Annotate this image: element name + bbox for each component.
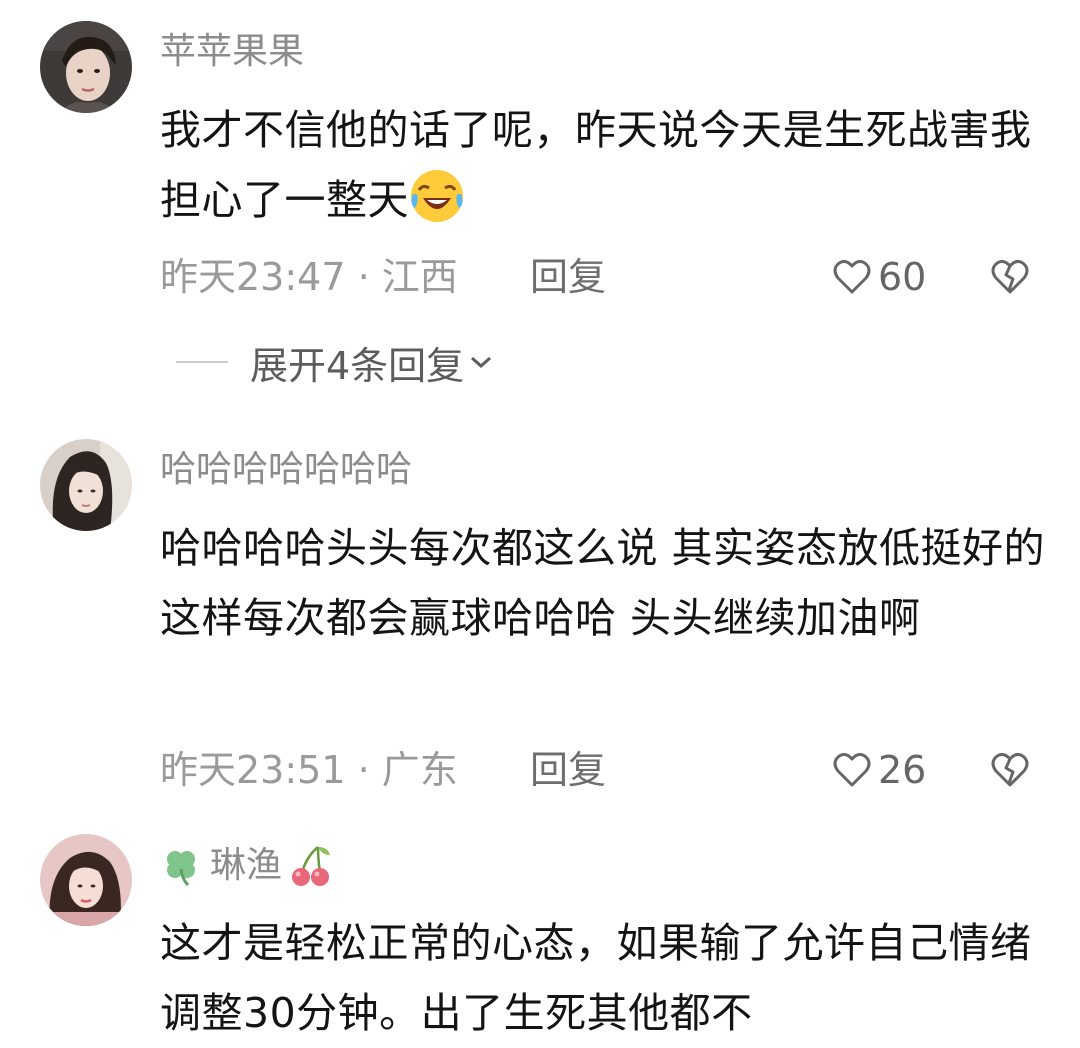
dislike-button[interactable] (990, 751, 1030, 793)
like-count: 60 (878, 255, 927, 299)
avatar[interactable] (40, 21, 132, 113)
chevron-down-icon (471, 356, 492, 369)
username-text: 琳渔 (210, 845, 283, 886)
avatar[interactable] (40, 439, 132, 531)
comment-meta: 昨天23:51 · 广东 回复 (160, 745, 606, 795)
meta-separator: · (357, 255, 382, 299)
comment-text-content: 这才是轻松正常的心态，如果输了允许自己情绪调整30分钟。出了生死其他都不 (160, 919, 1032, 1037)
laughing-crying-emoji-icon (409, 168, 465, 245)
clover-icon (167, 851, 195, 887)
username-text: 苹苹果果 (160, 31, 305, 72)
expand-replies-button[interactable]: 展开4条回复 (176, 337, 494, 388)
like-button[interactable]: 26 (832, 745, 926, 795)
comment-time: 昨天23:47 (160, 255, 346, 299)
avatar[interactable] (40, 834, 132, 926)
comment-location: 广东 (381, 748, 458, 792)
comment-text: 哈哈哈哈头头每次都这么说 其实姿态放低挺好的 这样每次都会赢球哈哈哈 头头继续加… (160, 513, 1050, 653)
comment-location: 江西 (381, 255, 458, 299)
heart-icon (833, 259, 871, 294)
comment-text: 我才不信他的话了呢，昨天说今天是生死战害我担心了一整天 (160, 95, 1050, 245)
comment-text-content: 哈哈哈哈头头每次都这么说 其实姿态放低挺好的 这样每次都会赢球哈哈哈 头头继续加… (160, 524, 1046, 642)
username[interactable]: 琳渔 (160, 843, 334, 889)
expand-divider (176, 361, 228, 363)
username-text: 哈哈哈哈哈哈哈 (160, 449, 413, 490)
broken-heart-icon (991, 259, 1029, 294)
expand-replies-label: 展开4条回复 (250, 343, 465, 388)
comment-text: 这才是轻松正常的心态，如果输了允许自己情绪调整30分钟。出了生死其他都不 (160, 908, 1050, 1048)
dislike-button[interactable] (990, 258, 1030, 300)
like-count: 26 (878, 748, 927, 792)
cherry-icon (292, 846, 331, 886)
comment-text-content: 我才不信他的话了呢，昨天说今天是生死战害我担心了一整天 (160, 106, 1032, 224)
comment-meta: 昨天23:47 · 江西 回复 (160, 252, 606, 302)
reply-button[interactable]: 回复 (530, 745, 606, 795)
meta-separator: · (357, 748, 382, 792)
like-button[interactable]: 60 (832, 252, 926, 302)
username[interactable]: 苹苹果果 (160, 30, 304, 74)
comment-time: 昨天23:51 (160, 748, 346, 792)
reply-button[interactable]: 回复 (530, 252, 606, 302)
broken-heart-icon (991, 752, 1029, 787)
heart-icon (833, 752, 871, 787)
username[interactable]: 哈哈哈哈哈哈哈 (160, 448, 412, 492)
